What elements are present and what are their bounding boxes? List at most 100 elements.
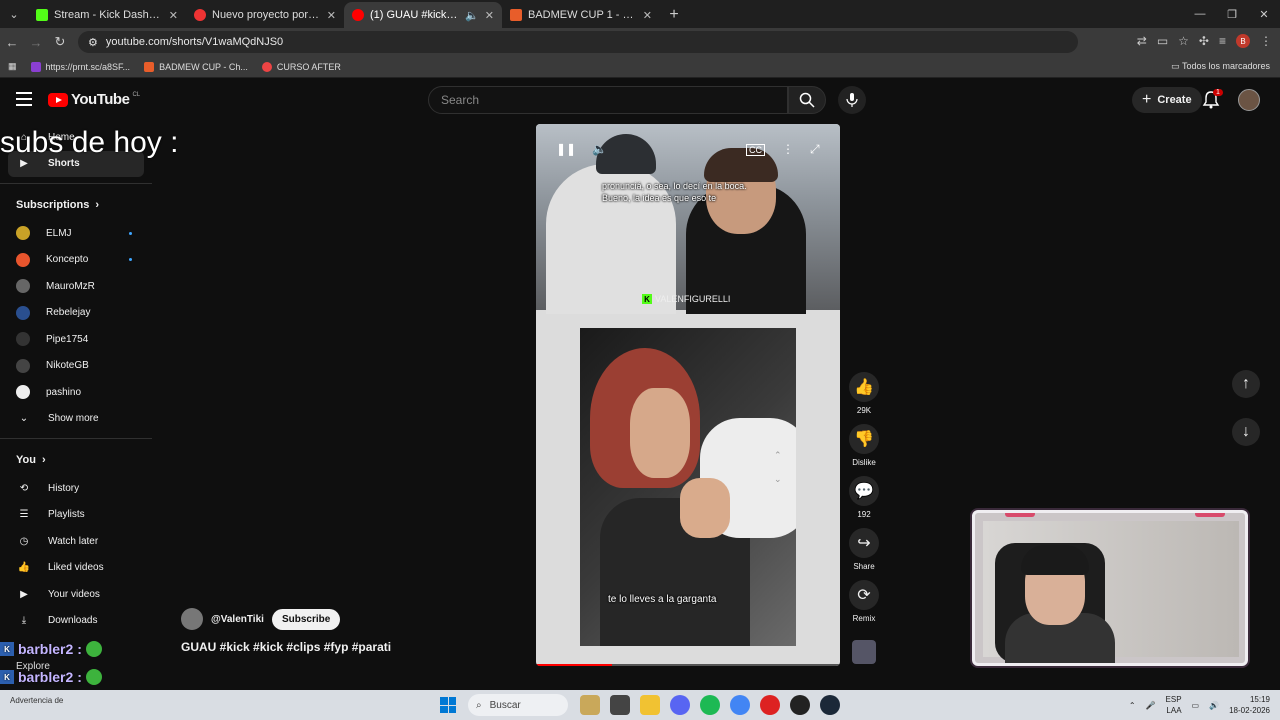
show-more-button[interactable]: ⌄ Show more (0, 406, 152, 433)
sound-thumbnail[interactable] (852, 640, 876, 664)
you-heading[interactable]: You › (0, 445, 152, 475)
create-button[interactable]: + Create (1132, 87, 1202, 113)
sidebar-subscription-item[interactable]: Rebelejay (0, 300, 152, 327)
spotify-icon[interactable] (700, 695, 720, 715)
profile-avatar[interactable]: B (1236, 34, 1250, 48)
sidebar-item-watch-later[interactable]: ◷ Watch later (0, 528, 152, 555)
fullscreen-icon[interactable]: ⤢ (810, 142, 820, 157)
extensions-icon[interactable]: ✣ (1199, 34, 1209, 48)
search-button[interactable] (788, 86, 826, 114)
apps-grid-icon[interactable]: ▦ (8, 61, 17, 72)
sidebar-explore[interactable]: Explore (16, 661, 50, 672)
youtube-logo[interactable]: YouTube CL (48, 91, 140, 108)
tab-search-menu-icon[interactable]: ≡ (1219, 34, 1226, 48)
sidebar-subscription-item[interactable]: Koncepto (0, 247, 152, 274)
close-window-icon[interactable]: ✕ (1248, 0, 1280, 28)
file-explorer-icon[interactable] (640, 695, 660, 715)
channel-avatar[interactable] (181, 608, 203, 630)
bookmark-curso[interactable]: CURSO AFTER (261, 61, 341, 72)
bookmark-star-icon[interactable]: ☆ (1178, 34, 1189, 48)
maximize-icon[interactable]: ❐ (1216, 0, 1248, 28)
sidebar-item-downloads[interactable]: ⤓ Downloads (0, 608, 152, 635)
app-red-icon[interactable] (760, 695, 780, 715)
subscribe-button[interactable]: Subscribe (271, 608, 341, 630)
new-tab-button[interactable]: + (660, 2, 688, 28)
next-short-button[interactable]: ↓ (1232, 418, 1260, 446)
sidebar-subscription-item[interactable]: ELMJ (0, 220, 152, 247)
close-tab-icon[interactable]: ✕ (485, 9, 494, 22)
sidebar-subscription-item[interactable]: Pipe1754 (0, 326, 152, 353)
volume-icon[interactable]: 🔈 (592, 142, 607, 156)
windows-taskbar: Advertencia de ⌕ Buscar ⌃ 🎤 ESP LAA ▭ 🔊 15… (0, 690, 1280, 720)
tab-search-icon[interactable]: ⌄ (0, 0, 28, 28)
share-button[interactable]: ↪ Share (844, 528, 884, 580)
site-info-icon[interactable]: ⚙ (88, 36, 98, 49)
sidebar-item-your-videos[interactable]: ▶ Your videos (0, 581, 152, 608)
channel-name[interactable]: @ValenTiki (211, 614, 264, 625)
short-title[interactable]: GUAU #kick #kick #clips #fyp #parati (181, 640, 391, 654)
sidebar-item-playlists[interactable]: ☰ Playlists (0, 502, 152, 529)
tab-kick-dashboard[interactable]: Stream - Kick Dashboard ✕ (28, 2, 186, 28)
network-icon[interactable]: ▭ (1192, 701, 1200, 710)
task-view-icon[interactable] (610, 695, 630, 715)
discord-icon[interactable] (670, 695, 690, 715)
dislike-button[interactable]: 👎 Dislike (844, 424, 884, 476)
shorts-player[interactable]: pronunciá, o sea, lo decí en la boca. Bu… (536, 124, 840, 666)
sidebar-subscription-item[interactable]: MauroMzR (0, 273, 152, 300)
app-icon[interactable] (580, 695, 600, 715)
cast-icon[interactable]: ▭ (1157, 34, 1168, 48)
tab-badmew-cup[interactable]: BADMEW CUP 1 - Challonge ✕ (502, 2, 660, 28)
back-icon[interactable]: ← (0, 35, 24, 50)
url-bar[interactable]: ⚙ youtube.com/shorts/V1waMQdNJS0 (78, 31, 1078, 53)
obs-icon[interactable] (790, 695, 810, 715)
speaker-icon[interactable]: 🔈 (465, 9, 479, 22)
voice-search-button[interactable] (838, 86, 866, 114)
sidebar-subscription-item[interactable]: NikoteGB (0, 353, 152, 380)
tab-nuevo-proyecto[interactable]: Nuevo proyecto por Füran | Ba ✕ (186, 2, 344, 28)
sidebar-subscription-item[interactable]: pashino (0, 379, 152, 406)
reload-icon[interactable]: ↻ (48, 34, 72, 50)
more-options-icon[interactable]: ⋮ (782, 142, 794, 156)
all-bookmarks-label: Todos los marcadores (1181, 61, 1270, 71)
bookmark-prnt[interactable]: https://prnt.sc/a8SF... (30, 61, 130, 72)
more-menu-icon[interactable]: ⋮ (1260, 34, 1272, 48)
like-button[interactable]: 👍 29K (844, 372, 884, 424)
chevron-up-icon[interactable]: ⌃ (774, 450, 782, 461)
tray-chevron-icon[interactable]: ⌃ (1129, 701, 1136, 710)
kick-favicon-icon (36, 9, 48, 21)
sidebar-item-label: Pipe1754 (46, 333, 89, 345)
chrome-icon[interactable] (730, 695, 750, 715)
comments-button[interactable]: 💬 192 (844, 476, 884, 528)
sidebar-item-history[interactable]: ⟲ History (0, 475, 152, 502)
taskbar-search[interactable]: ⌕ Buscar (468, 694, 568, 716)
video-progress[interactable] (536, 664, 840, 666)
user-avatar[interactable] (1238, 89, 1260, 111)
show-more-label: Show more (48, 413, 99, 425)
volume-icon[interactable]: 🔊 (1209, 701, 1219, 710)
chevron-down-icon[interactable]: ⌄ (774, 474, 782, 485)
forward-icon[interactable]: → (24, 35, 48, 50)
search-input[interactable]: Search (428, 86, 788, 114)
tab-youtube-short[interactable]: (1) GUAU #kick #clips 🔈 ✕ (344, 2, 502, 28)
close-tab-icon[interactable]: ✕ (169, 9, 178, 22)
previous-short-button[interactable]: ↑ (1232, 370, 1260, 398)
pause-icon[interactable]: ❚❚ (556, 142, 576, 156)
close-tab-icon[interactable]: ✕ (327, 9, 336, 22)
taskbar-warning[interactable]: Advertencia de (10, 696, 63, 705)
bookmark-badmew[interactable]: BADMEW CUP - Ch... (144, 61, 248, 72)
windows-start-icon[interactable] (440, 697, 456, 713)
sidebar-item-liked[interactable]: 👍 Liked videos (0, 555, 152, 582)
captions-icon[interactable]: CC (746, 144, 765, 156)
remix-button[interactable]: ⟳ Remix (844, 580, 884, 632)
subscriptions-heading[interactable]: Subscriptions › (0, 190, 152, 220)
tray-mic-icon[interactable]: 🎤 (1146, 701, 1156, 710)
close-tab-icon[interactable]: ✕ (643, 9, 652, 22)
window-controls: — ❐ ✕ (1184, 0, 1280, 28)
all-bookmarks[interactable]: ▭ Todos los marcadores (1171, 61, 1270, 72)
keyboard-language[interactable]: ESP LAA (1166, 694, 1182, 716)
translate-icon[interactable]: ⇄ (1137, 34, 1147, 48)
steam-icon[interactable] (820, 695, 840, 715)
minimize-icon[interactable]: — (1184, 0, 1216, 28)
menu-icon[interactable] (16, 92, 32, 106)
clock[interactable]: 15:19 18-02-2026 (1229, 694, 1270, 716)
